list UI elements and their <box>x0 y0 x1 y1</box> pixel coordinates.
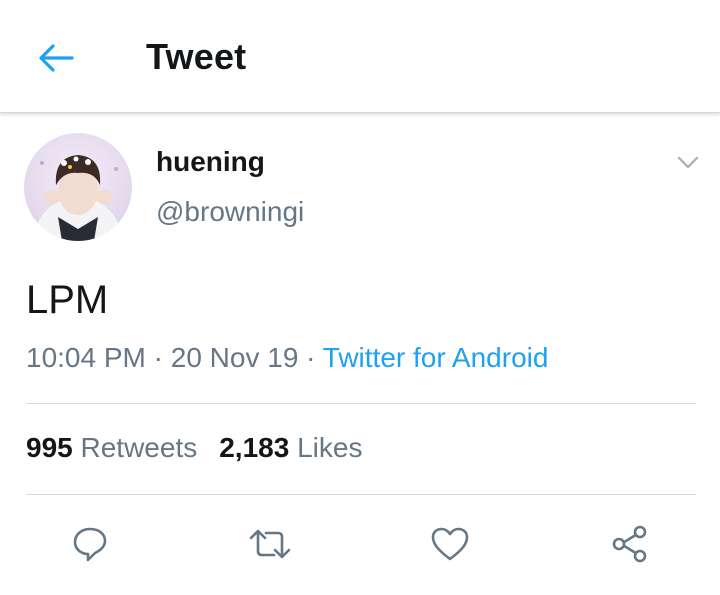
tweet-meta: 10:04 PM · 20 Nov 19 · Twitter for Andro… <box>26 342 548 374</box>
likes-count: 2,183 <box>219 432 290 463</box>
retweets-stat[interactable]: 995 Retweets <box>26 432 197 463</box>
avatar-image <box>34 155 122 241</box>
back-button[interactable] <box>34 36 78 80</box>
reply-icon <box>73 527 107 562</box>
divider <box>26 494 696 495</box>
avatar[interactable] <box>24 133 132 241</box>
tweet-date: 20 Nov 19 <box>170 342 299 373</box>
retweets-label: Retweets <box>80 432 198 463</box>
meta-separator: · <box>153 342 163 373</box>
tweet-source-link[interactable]: Twitter for Android <box>323 342 549 373</box>
author-handle[interactable]: @browningi <box>156 196 304 228</box>
likes-label: Likes <box>297 432 363 463</box>
retweets-count: 995 <box>26 432 73 463</box>
likes-stat[interactable]: 2,183 Likes <box>219 432 362 463</box>
tweet-options-button[interactable] <box>676 154 700 172</box>
heart-icon <box>431 527 469 561</box>
arrow-left-icon <box>39 44 74 72</box>
share-icon <box>612 525 647 563</box>
tweet-text: LPM <box>26 278 109 322</box>
page-title: Tweet <box>146 36 247 77</box>
author-display-name[interactable]: huening <box>156 146 265 178</box>
tweet-time: 10:04 PM <box>26 342 146 373</box>
retweet-button[interactable] <box>248 522 292 566</box>
tweet-stats: 995 Retweets 2,183 Likes <box>26 432 362 464</box>
share-button[interactable] <box>608 522 652 566</box>
top-bar: Tweet <box>0 0 720 113</box>
like-button[interactable] <box>428 522 472 566</box>
chevron-down-icon <box>677 156 699 169</box>
meta-separator: · <box>306 342 316 373</box>
divider <box>26 403 696 404</box>
reply-button[interactable] <box>68 522 112 566</box>
retweet-icon <box>249 529 291 559</box>
